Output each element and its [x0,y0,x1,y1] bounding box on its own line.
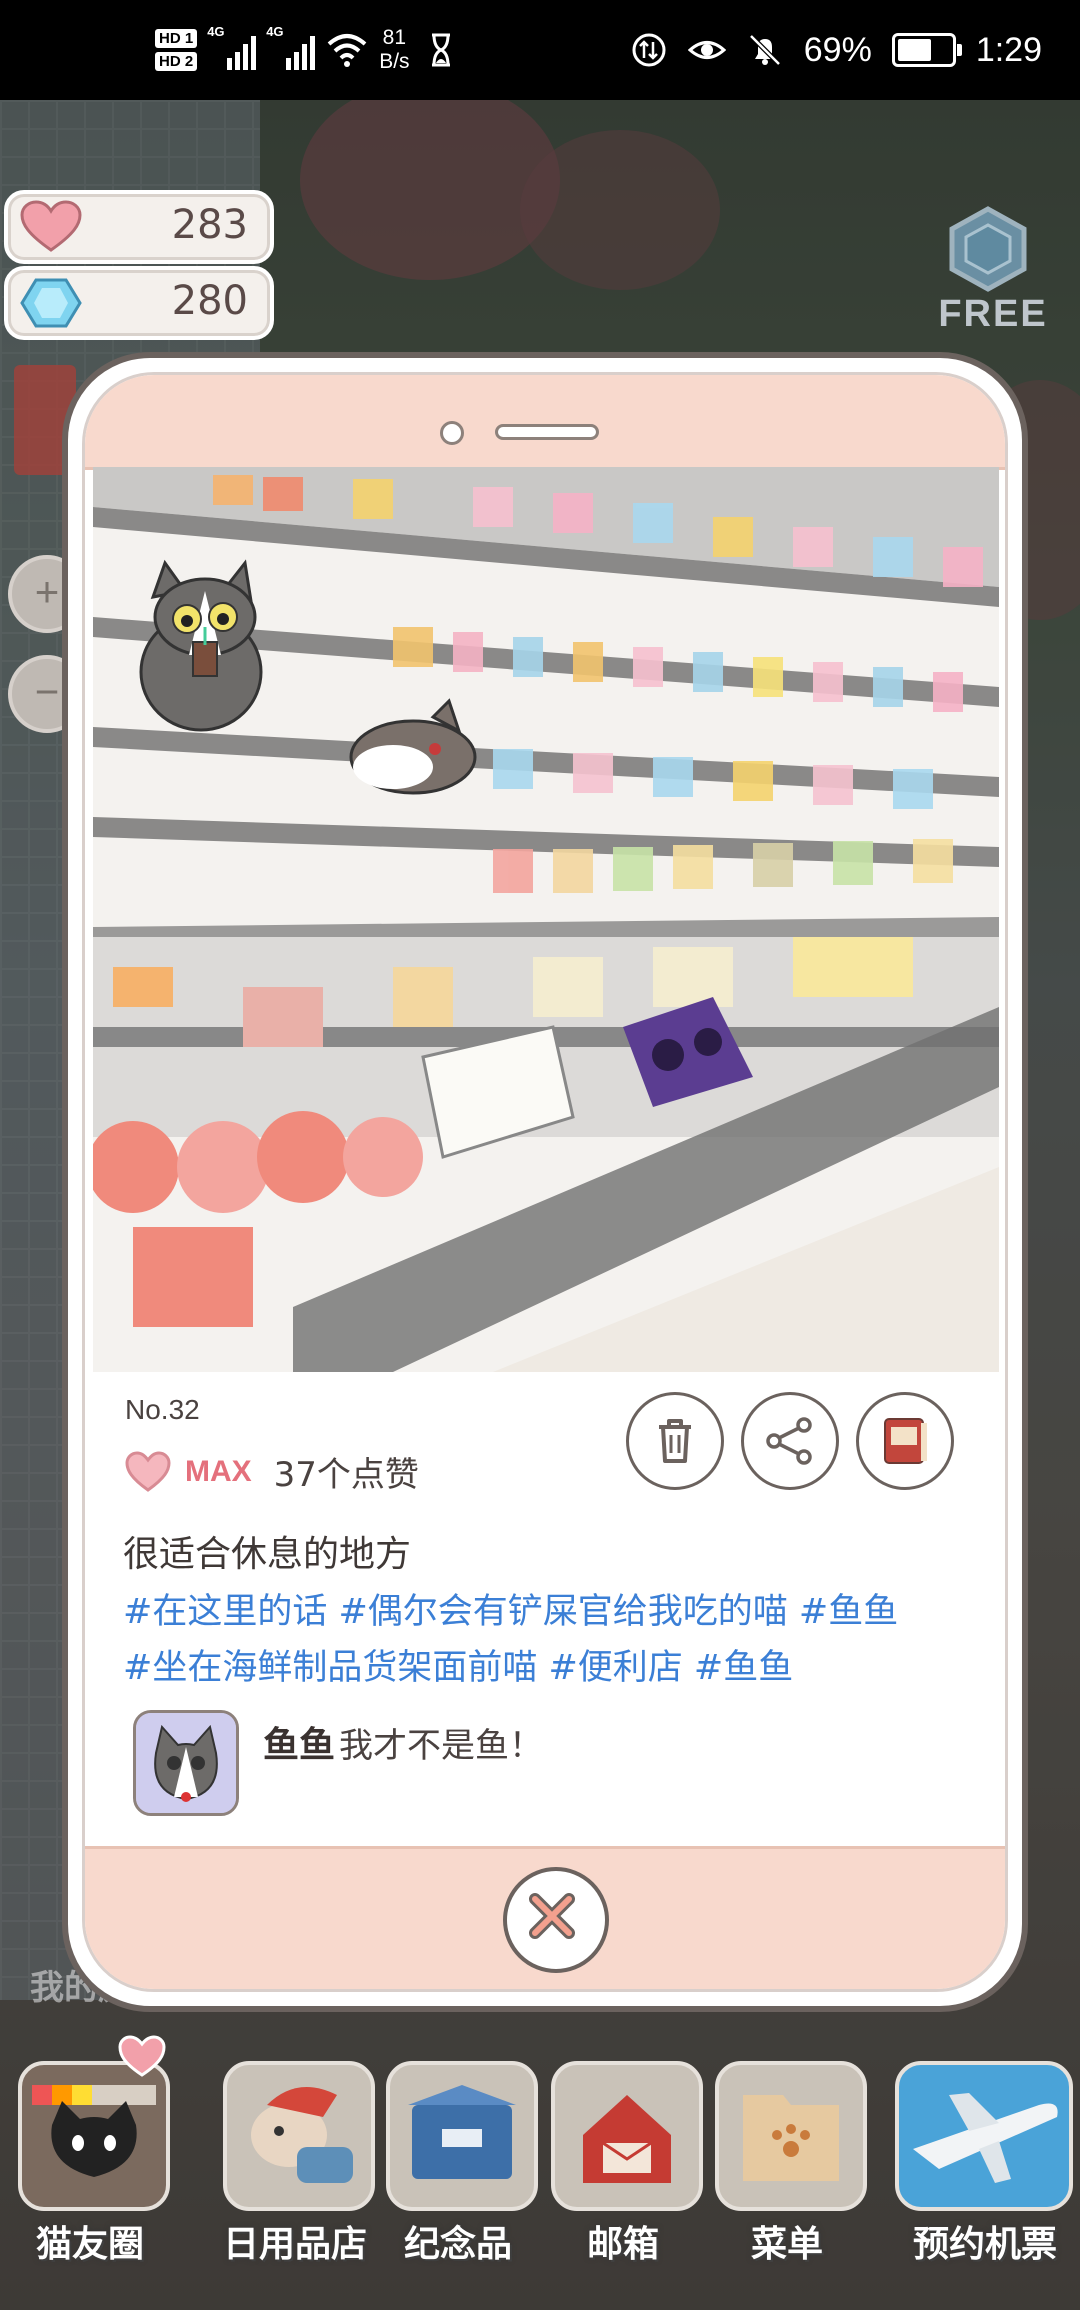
clock: 1:29 [975,30,1042,69]
battery-icon [891,33,962,67]
photo-post-modal: No.32 MAX 37个点赞 很适合休息的地方 #在这里的话 #偶尔会有铲屎官… [62,352,1028,2012]
cat-avatar-icon [136,1713,236,1813]
nav-cat-friends[interactable]: 猫友圈 [10,2025,170,2310]
speed-unit: B/s [379,50,410,73]
camera-icon [440,421,464,445]
commenter-name: 鱼鱼 [263,1725,336,1766]
network-type-2: 4G [266,24,284,39]
phone-top-bar [85,375,1005,470]
network-type-1: 4G [207,24,225,39]
gem-icon [20,278,82,328]
free-label: FREE [938,293,1048,335]
airplane-icon [913,2093,1058,2183]
share-button[interactable] [741,1392,839,1490]
store-shelf-illustration [93,467,999,1372]
like-count: 37个点赞 [273,1455,419,1495]
eye-comfort-icon [687,41,726,59]
like-status: MAX 37个点赞 [125,1447,419,1496]
daily-goods-icon [251,2087,353,2183]
comment: 鱼鱼 我才不是鱼！ [123,1710,965,1820]
share-icon [766,1417,812,1465]
hd-indicators: HD 1 HD 2 [155,29,198,71]
gems-value: 280 [171,278,248,324]
hd2-badge: HD 2 [155,52,198,71]
mute-bell-icon [748,34,781,66]
nav-label-cat-friends: 猫友圈 [35,2224,144,2265]
menu-folder-icon [743,2095,839,2181]
photo-album-icon [884,1418,927,1464]
nav-label-souvenir: 纪念品 [403,2224,512,2265]
status-bar: HD 1 HD 2 4G 4G 81 B/s 69% 1:29 [0,0,1080,100]
post-number: No.32 [125,1394,200,1425]
souvenir-box-icon [408,2085,516,2179]
cat-friends-icon [32,2085,156,2177]
nav-label-daily-goods: 日用品店 [222,2224,367,2265]
nav-menu[interactable]: 菜单 [707,2025,867,2310]
nav-daily-goods[interactable]: 日用品店 [215,2025,375,2310]
data-saver-icon [632,33,666,67]
nav-label-menu: 菜单 [750,2224,823,2265]
nav-label-book-flight: 预约机票 [912,2224,1057,2265]
signal-1-icon: 4G [207,24,257,70]
comment-text: 我才不是鱼！ [339,1726,543,1766]
nav-book-flight[interactable]: 预约机票 [895,2025,1075,2310]
network-speed: 81 B/s [379,26,409,74]
post-caption: 很适合休息的地方 [123,1534,412,1575]
close-icon [529,1893,575,1939]
bottom-nav: 猫友圈 日用品店 纪念品 邮箱 菜单 预约机票 [0,2025,1080,2310]
speaker-icon [495,424,599,440]
speed-value: 81 [382,26,407,49]
wifi-icon [327,34,367,67]
nav-label-mailbox: 邮箱 [586,2224,659,2265]
like-heart-icon [125,1450,171,1492]
gems-counter[interactable]: 280 [4,266,274,340]
heart-badge-icon [118,2035,166,2077]
signal-2-icon: 4G [266,24,316,70]
free-gem-icon [949,206,1027,292]
free-gem-button[interactable]: FREE [918,195,1068,345]
heart-icon [20,200,82,252]
album-button[interactable] [856,1392,954,1490]
phone-bottom-bar [85,1846,1005,1989]
hearts-value: 283 [171,202,248,248]
tags-line-1[interactable]: #在这里的话 #偶尔会有铲屎官给我吃的喵 #鱼鱼 [123,1584,975,1640]
hd1-badge: HD 1 [155,29,198,48]
battery-percent: 69% [803,30,872,69]
hourglass-icon [431,33,450,67]
nav-souvenir[interactable]: 纪念品 [378,2025,538,2310]
hearts-counter[interactable]: 283 [4,190,274,264]
post-photo [93,467,999,1372]
close-button[interactable] [503,1867,609,1973]
tags-line-2[interactable]: #坐在海鲜制品货架面前喵 #便利店 #鱼鱼 [123,1640,975,1696]
commenter-avatar[interactable] [133,1710,239,1816]
post-tags: #在这里的话 #偶尔会有铲屎官给我吃的喵 #鱼鱼 #坐在海鲜制品货架面前喵 #便… [123,1584,975,1696]
like-level: MAX [185,1454,252,1488]
mailbox-icon [583,2095,671,2183]
trash-icon [659,1419,691,1463]
delete-button[interactable] [626,1392,724,1490]
nav-mailbox[interactable]: 邮箱 [543,2025,703,2310]
post-info: No.32 MAX 37个点赞 很适合休息的地方 #在这里的话 #偶尔会有铲屎官… [85,1372,1005,1867]
